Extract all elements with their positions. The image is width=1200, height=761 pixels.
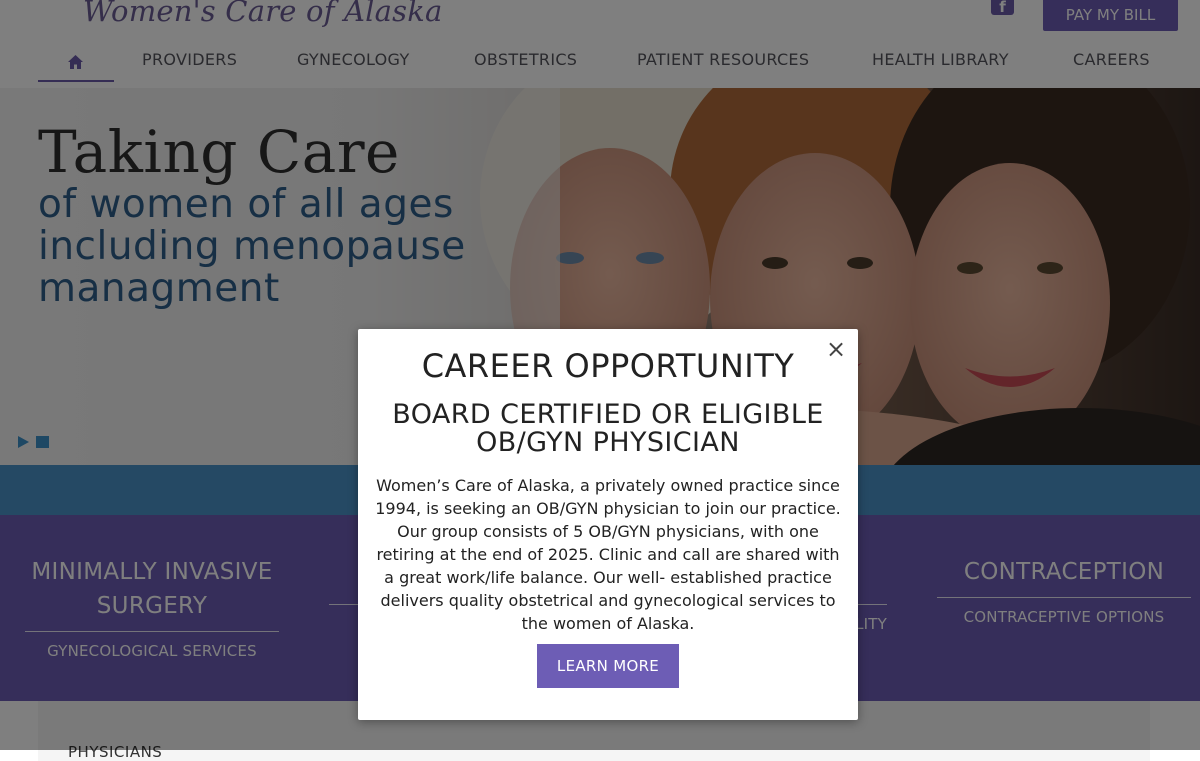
learn-more-button[interactable]: LEARN MORE bbox=[537, 644, 679, 688]
modal-title: CAREER OPPORTUNITY bbox=[421, 347, 795, 385]
modal-body: Women’s Care of Alaska, a privately owne… bbox=[375, 476, 841, 633]
career-modal: × CAREER OPPORTUNITY BOARD CERTIFIED OR … bbox=[358, 329, 858, 720]
modal-heading: BOARD CERTIFIED OR ELIGIBLE OB/GYN PHYSI… bbox=[392, 399, 824, 458]
